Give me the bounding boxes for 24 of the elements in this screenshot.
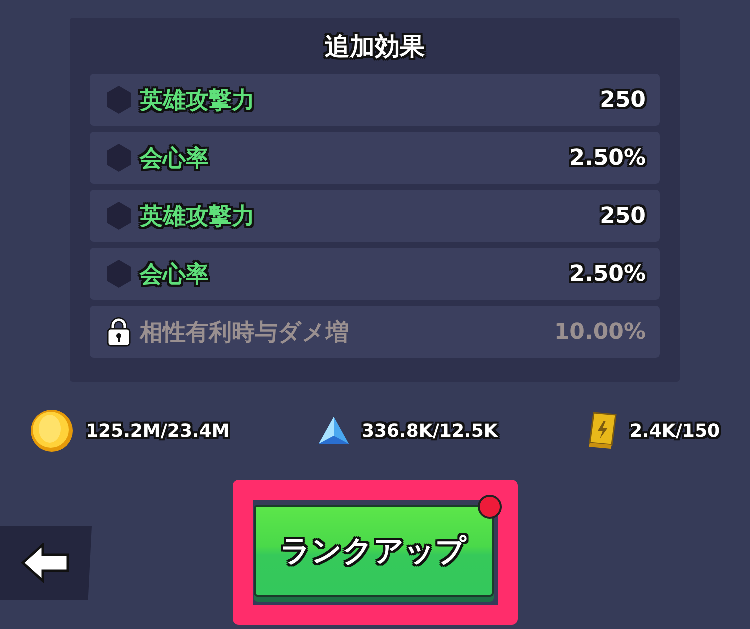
effect-value: 250 bbox=[600, 204, 646, 228]
effect-name: 会心率 bbox=[140, 260, 210, 290]
hexagon-icon bbox=[106, 85, 132, 115]
panel-title: 追加効果 bbox=[325, 31, 425, 63]
effect-name: 英雄攻撃力 bbox=[140, 86, 256, 116]
back-button[interactable] bbox=[0, 526, 92, 600]
back-arrow-icon bbox=[21, 543, 71, 583]
effect-name: 相性有利時与ダメ増 bbox=[140, 318, 350, 348]
coin-icon bbox=[30, 408, 74, 454]
resource-amount: 2.4K/150 bbox=[630, 420, 720, 442]
book-icon bbox=[586, 411, 618, 451]
effect-name: 英雄攻撃力 bbox=[140, 202, 256, 232]
effect-value: 10.00% bbox=[554, 320, 646, 344]
effect-value: 250 bbox=[600, 88, 646, 112]
hexagon-icon bbox=[106, 201, 132, 231]
effect-value: 2.50% bbox=[570, 146, 646, 170]
effect-value: 2.50% bbox=[570, 262, 646, 286]
lock-icon bbox=[106, 317, 132, 347]
crystal-icon bbox=[318, 416, 350, 446]
resource-amount: 336.8K/12.5K bbox=[362, 420, 498, 442]
hexagon-icon bbox=[106, 259, 132, 289]
effect-name: 会心率 bbox=[140, 144, 210, 174]
hexagon-icon bbox=[106, 143, 132, 173]
resource-amount: 125.2M/23.4M bbox=[86, 420, 230, 442]
